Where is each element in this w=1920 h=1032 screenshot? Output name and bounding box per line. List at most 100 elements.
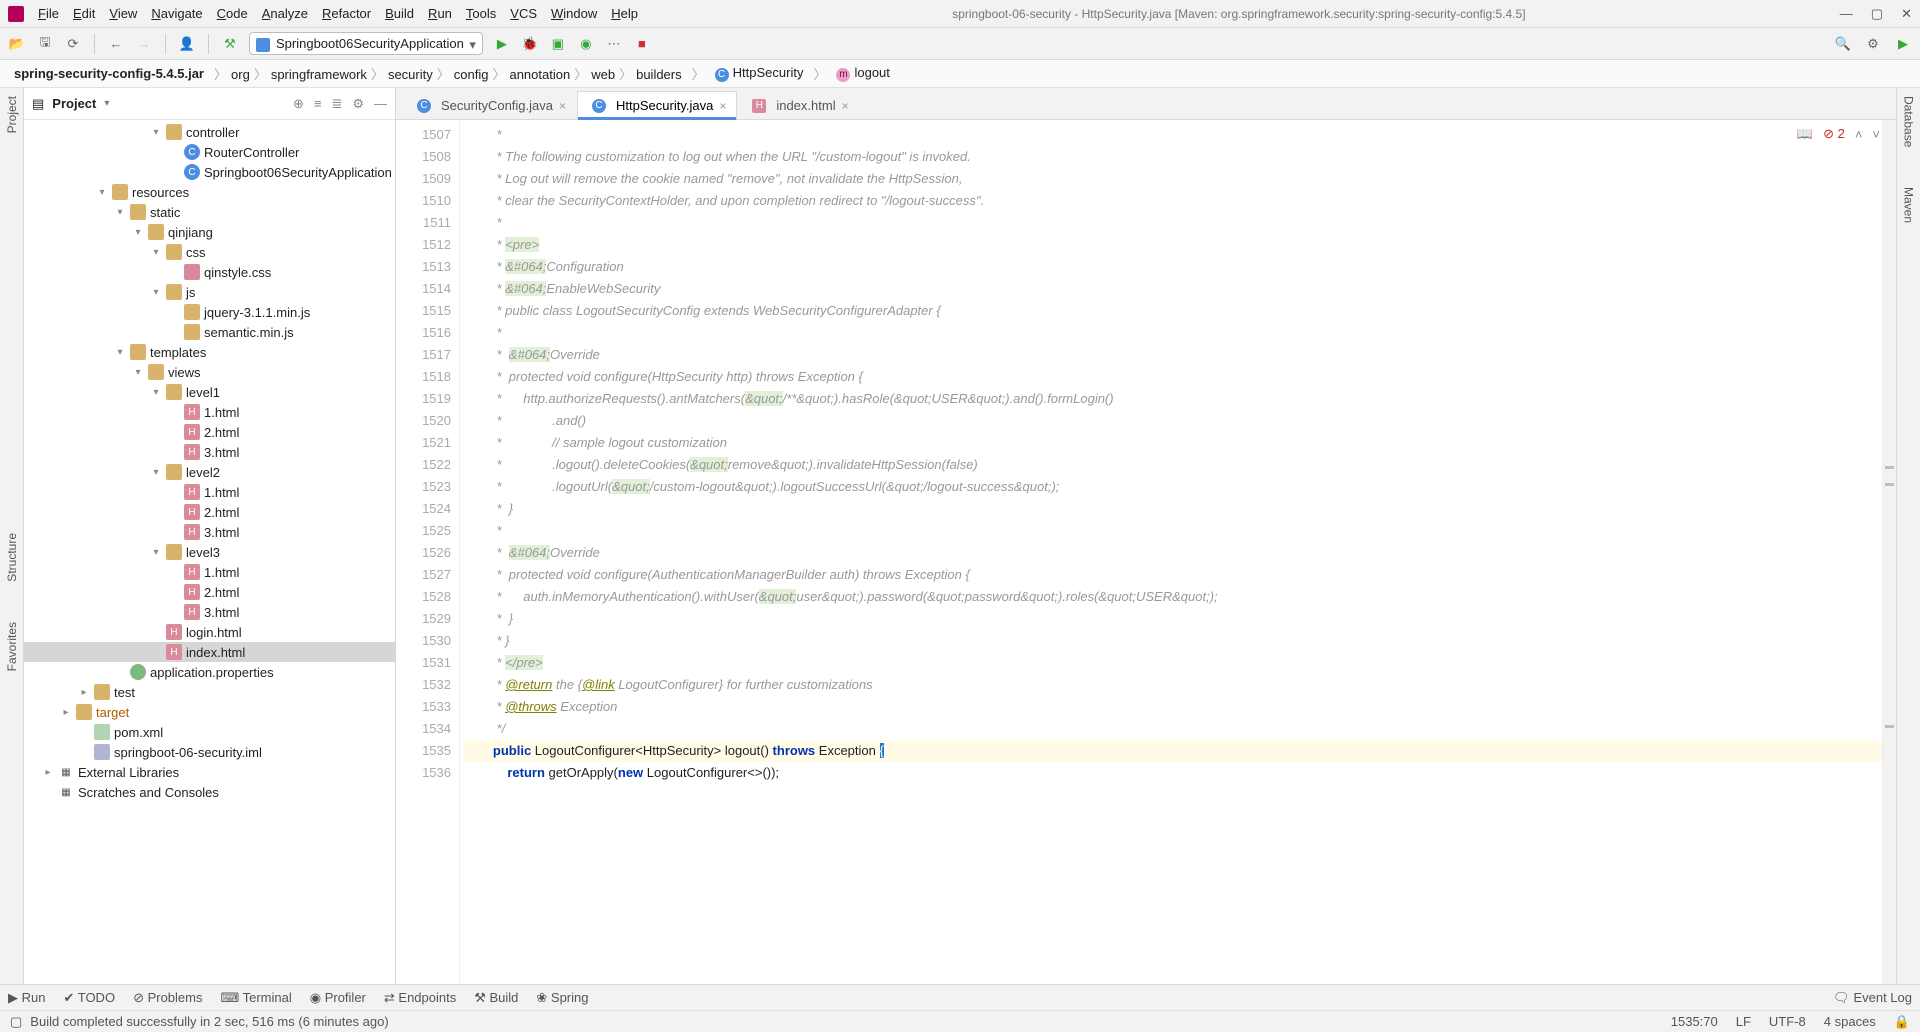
tree-item-scratches-and-consoles[interactable]: ▦Scratches and Consoles (24, 782, 395, 802)
hide-icon[interactable]: — (374, 96, 387, 112)
tree-item-routercontroller[interactable]: CRouterController (24, 142, 395, 162)
save-icon[interactable]: 🖫 (36, 35, 54, 53)
tree-item-js[interactable]: ▾js (24, 282, 395, 302)
tool-database[interactable]: Database (1902, 96, 1916, 147)
tree-item-login-html[interactable]: Hlogin.html (24, 622, 395, 642)
bottom-todo[interactable]: ✔ TODO (63, 990, 115, 1006)
menu-file[interactable]: File (38, 6, 59, 21)
open-icon[interactable]: 📂 (8, 35, 26, 53)
tree-item-qinjiang[interactable]: ▾qinjiang (24, 222, 395, 242)
menu-build[interactable]: Build (385, 6, 414, 21)
tree-item-qinstyle-css[interactable]: qinstyle.css (24, 262, 395, 282)
menu-help[interactable]: Help (611, 6, 638, 21)
tree-item-level1[interactable]: ▾level1 (24, 382, 395, 402)
menu-edit[interactable]: Edit (73, 6, 95, 21)
tree-item-level2[interactable]: ▾level2 (24, 462, 395, 482)
tab-index-html[interactable]: Hindex.html× (737, 91, 859, 119)
editor-scroll-strip[interactable] (1882, 120, 1896, 984)
menu-code[interactable]: Code (217, 6, 248, 21)
stop-icon[interactable]: ■ (633, 35, 651, 53)
status-menu-icon[interactable]: ▢ (10, 1014, 22, 1030)
indent-info[interactable]: 4 spaces (1824, 1014, 1876, 1030)
back-icon[interactable]: ← (107, 35, 125, 53)
menu-refactor[interactable]: Refactor (322, 6, 371, 21)
sidebar-title[interactable]: Project (52, 96, 96, 111)
tree-item-springboot06securityapplication[interactable]: CSpringboot06SecurityApplication (24, 162, 395, 182)
build-icon[interactable]: ⚒ (221, 35, 239, 53)
tree-item-jquery-3-1-1-min-js[interactable]: jquery-3.1.1.min.js (24, 302, 395, 322)
tree-item-1-html[interactable]: H1.html (24, 482, 395, 502)
reload-icon[interactable]: ⟳ (64, 35, 82, 53)
tree-item-2-html[interactable]: H2.html (24, 422, 395, 442)
add-config-icon[interactable]: 👤 (178, 35, 196, 53)
editor-area[interactable]: 1507150815091510151115121513151415151516… (396, 120, 1896, 984)
tree-item-3-html[interactable]: H3.html (24, 442, 395, 462)
tree-item-index-html[interactable]: Hindex.html (24, 642, 395, 662)
attach-icon[interactable]: ⋯ (605, 35, 623, 53)
event-log-button[interactable]: 🗨 Event Log (1833, 990, 1912, 1006)
profile-icon[interactable]: ◉ (577, 35, 595, 53)
tree-item-css[interactable]: ▾css (24, 242, 395, 262)
tree-item-level3[interactable]: ▾level3 (24, 542, 395, 562)
caret-position[interactable]: 1535:70 (1671, 1014, 1718, 1030)
project-view-icon[interactable]: ▤ (32, 96, 44, 112)
prev-highlight-icon[interactable]: ˄ (1855, 127, 1863, 142)
tree-item-pom-xml[interactable]: pom.xml (24, 722, 395, 742)
bottom-run[interactable]: ▶ Run (8, 990, 45, 1006)
gear-icon[interactable]: ⚙ (352, 96, 364, 112)
menu-view[interactable]: View (109, 6, 137, 21)
run-config-select[interactable]: Springboot06SecurityApplication (249, 32, 483, 55)
tool-maven[interactable]: Maven (1902, 187, 1916, 223)
next-highlight-icon[interactable]: ˅ (1872, 127, 1880, 142)
crumb-class[interactable]: CHttpSecurity (711, 64, 808, 83)
collapse-icon[interactable]: ≣ (331, 96, 342, 112)
tree-item-2-html[interactable]: H2.html (24, 502, 395, 522)
bottom-problems[interactable]: ⊘ Problems (133, 990, 202, 1006)
search-icon[interactable]: 🔍 (1834, 35, 1852, 53)
tree-item-views[interactable]: ▾views (24, 362, 395, 382)
maximize-icon[interactable]: ▢ (1871, 6, 1883, 22)
project-tree[interactable]: ▾controllerCRouterControllerCSpringboot0… (24, 120, 395, 984)
run-anything-icon[interactable]: ▶ (1894, 35, 1912, 53)
tree-item-semantic-min-js[interactable]: semantic.min.js (24, 322, 395, 342)
tool-structure[interactable]: Structure (5, 533, 19, 582)
minimize-icon[interactable]: — (1840, 6, 1853, 22)
reader-mode-icon[interactable]: 📖 (1797, 126, 1813, 142)
tree-item-controller[interactable]: ▾controller (24, 122, 395, 142)
debug-icon[interactable]: 🐞 (521, 35, 539, 53)
bottom-profiler[interactable]: ◉ Profiler (310, 990, 366, 1006)
file-encoding[interactable]: UTF-8 (1769, 1014, 1806, 1030)
close-icon[interactable]: ✕ (1901, 6, 1912, 22)
tab-securityconfig-java[interactable]: CSecurityConfig.java× (402, 91, 577, 119)
bottom-terminal[interactable]: ⌨ Terminal (220, 990, 291, 1006)
bottom-spring[interactable]: ❀ Spring (536, 990, 588, 1006)
tree-item-3-html[interactable]: H3.html (24, 522, 395, 542)
menu-tools[interactable]: Tools (466, 6, 496, 21)
tree-item-1-html[interactable]: H1.html (24, 402, 395, 422)
crumb-security[interactable]: security (384, 66, 437, 83)
menu-run[interactable]: Run (428, 6, 452, 21)
tab-close-icon[interactable]: × (842, 99, 849, 113)
expand-icon[interactable]: ≡ (314, 96, 322, 112)
error-count[interactable]: ⊘ 2 (1823, 126, 1845, 142)
crumb-org[interactable]: org (227, 66, 254, 83)
tab-close-icon[interactable]: × (719, 99, 726, 113)
tree-item-springboot-06-security-iml[interactable]: springboot-06-security.iml (24, 742, 395, 762)
crumb-springframework[interactable]: springframework (267, 66, 371, 83)
bottom-build[interactable]: ⚒ Build (474, 990, 518, 1006)
settings-icon[interactable]: ⚙ (1864, 35, 1882, 53)
crumb-annotation[interactable]: annotation (505, 66, 574, 83)
tree-item-templates[interactable]: ▾templates (24, 342, 395, 362)
line-separator[interactable]: LF (1736, 1014, 1751, 1030)
tab-close-icon[interactable]: × (559, 99, 566, 113)
readonly-lock-icon[interactable]: 🔒 (1894, 1014, 1910, 1030)
view-mode-chevron-icon[interactable]: ▾ (104, 98, 109, 109)
menu-window[interactable]: Window (551, 6, 597, 21)
tree-item-application-properties[interactable]: application.properties (24, 662, 395, 682)
crumb-builders[interactable]: builders (632, 66, 686, 83)
menu-analyze[interactable]: Analyze (262, 6, 308, 21)
tree-item-target[interactable]: ▸target (24, 702, 395, 722)
bottom-endpoints[interactable]: ⇄ Endpoints (384, 990, 456, 1006)
tool-favorites[interactable]: Favorites (5, 622, 19, 671)
run-icon[interactable]: ▶ (493, 35, 511, 53)
